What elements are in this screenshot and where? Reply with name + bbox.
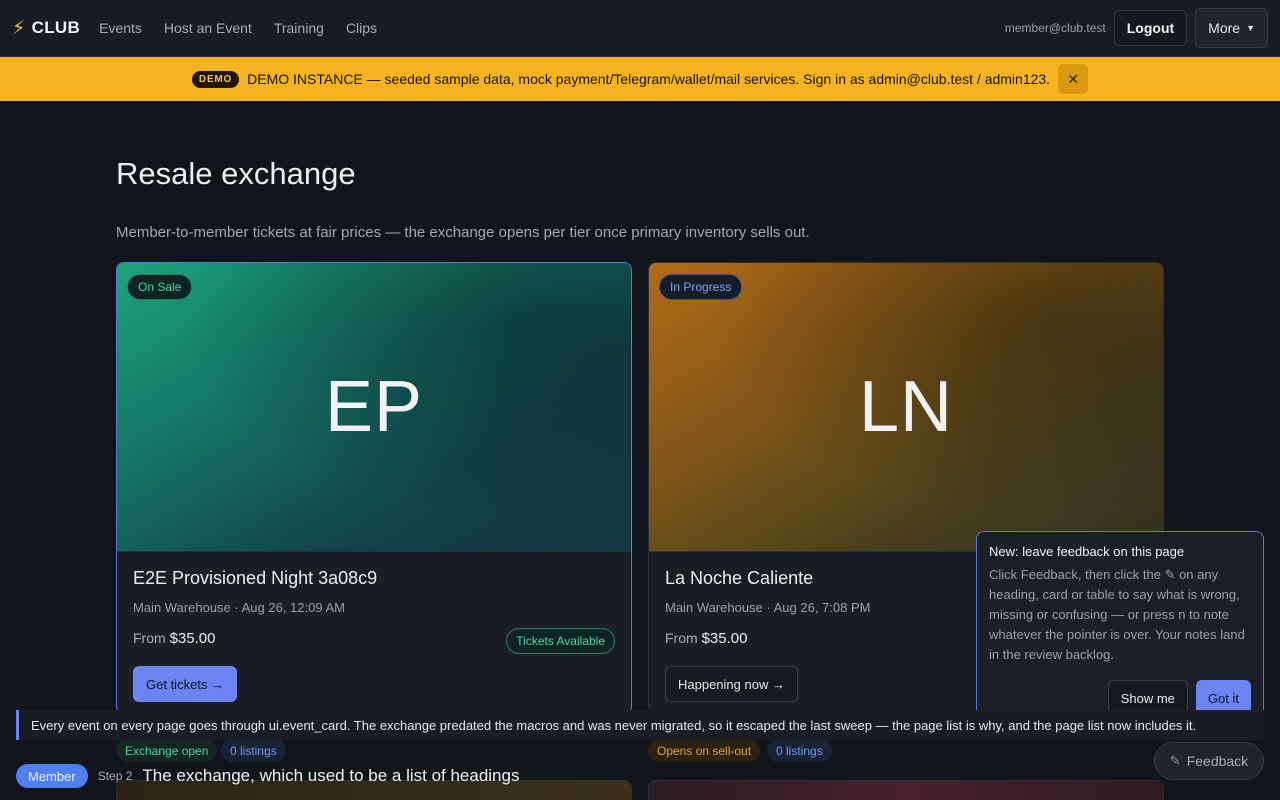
brand-logo[interactable]: ⚡ CLUB (12, 17, 80, 40)
caret-down-icon: ▼ (1246, 23, 1255, 33)
price-value: $35.00 (701, 630, 748, 647)
more-menu-button[interactable]: More ▼ (1195, 8, 1268, 48)
listings-count-tag: 0 listings (767, 739, 832, 762)
event-meta: Main Warehouse · Aug 26, 12:09 AM (133, 600, 345, 615)
lightning-icon: ⚡ (12, 17, 26, 39)
nav-link-host-an-event[interactable]: Host an Event (153, 20, 263, 36)
feedback-tip-popover: New: leave feedback on this page Click F… (976, 531, 1264, 741)
page-title: Resale exchange (116, 156, 356, 191)
price-label: From (133, 630, 166, 646)
exchange-status-tag: Exchange open (116, 739, 218, 762)
event-initials: LN (858, 367, 954, 447)
status-badge: In Progress (659, 274, 743, 300)
event-price: From $35.00 (665, 630, 747, 647)
availability-badge: Tickets Available (506, 628, 615, 654)
logout-button[interactable]: Logout (1113, 10, 1188, 46)
step-note-text: Every event on every page goes through u… (31, 717, 1197, 733)
demo-banner: DEMO DEMO INSTANCE — seeded sample data,… (0, 57, 1280, 101)
page-subtitle: Member-to-member tickets at fair prices … (116, 224, 810, 241)
more-label: More (1208, 20, 1241, 36)
price-label: From (665, 630, 698, 646)
happening-now-button[interactable]: Happening now → (665, 666, 798, 702)
step-caption: The exchange, which used to be a list of… (142, 766, 520, 785)
listings-count-tag: 0 listings (221, 739, 286, 762)
role-badge: Member (16, 764, 88, 788)
close-banner-button[interactable]: ✕ (1058, 64, 1089, 94)
event-price: From $35.00 (133, 630, 215, 647)
event-card-hero: In Progress LN (649, 263, 1163, 552)
feedback-button[interactable]: ✎ Feedback (1154, 742, 1264, 780)
pencil-icon: ✎ (1169, 753, 1181, 768)
price-value: $35.00 (169, 630, 216, 647)
user-email: member@club.test (1004, 21, 1106, 35)
step-label: Step 2 (97, 769, 133, 783)
tip-title: New: leave feedback on this page (989, 544, 1185, 559)
event-title[interactable]: La Noche Caliente (665, 568, 813, 589)
nav-right: member@club.test Logout More ▼ (1005, 8, 1268, 48)
nav-link-events[interactable]: Events (88, 20, 153, 36)
feedback-label: Feedback (1186, 753, 1249, 769)
event-title[interactable]: E2E Provisioned Night 3a08c9 (133, 568, 377, 589)
event-meta: Main Warehouse · Aug 26, 7:08 PM (665, 600, 871, 615)
event-card-hero: On Sale EP (117, 263, 631, 552)
exchange-status-tag: Opens on sell-out (648, 739, 761, 762)
demo-banner-text: DEMO INSTANCE — seeded sample data, mock… (247, 71, 1051, 87)
tip-text: Click Feedback, then click the ✎ on any … (989, 567, 1245, 662)
event-initials: EP (324, 367, 424, 447)
nav-link-clips[interactable]: Clips (335, 20, 388, 36)
status-badge: On Sale (127, 274, 193, 300)
tour-step-note: Every event on every page goes through u… (16, 710, 1264, 740)
nav-link-training[interactable]: Training (263, 20, 335, 36)
event-card-peek[interactable] (648, 780, 1164, 800)
demo-badge: DEMO (191, 70, 240, 88)
top-nav: ⚡ CLUB Events Host an Event Training Cli… (0, 0, 1280, 57)
close-icon: ✕ (1067, 70, 1079, 87)
tour-bottom-bar: Member Step 2 The exchange, which used t… (16, 764, 519, 788)
nav-links: Events Host an Event Training Clips (88, 20, 388, 36)
get-tickets-button[interactable]: Get tickets → (133, 666, 238, 702)
event-card[interactable]: On Sale EP E2E Provisioned Night 3a08c9 … (116, 262, 632, 714)
brand-name: CLUB (31, 18, 81, 37)
